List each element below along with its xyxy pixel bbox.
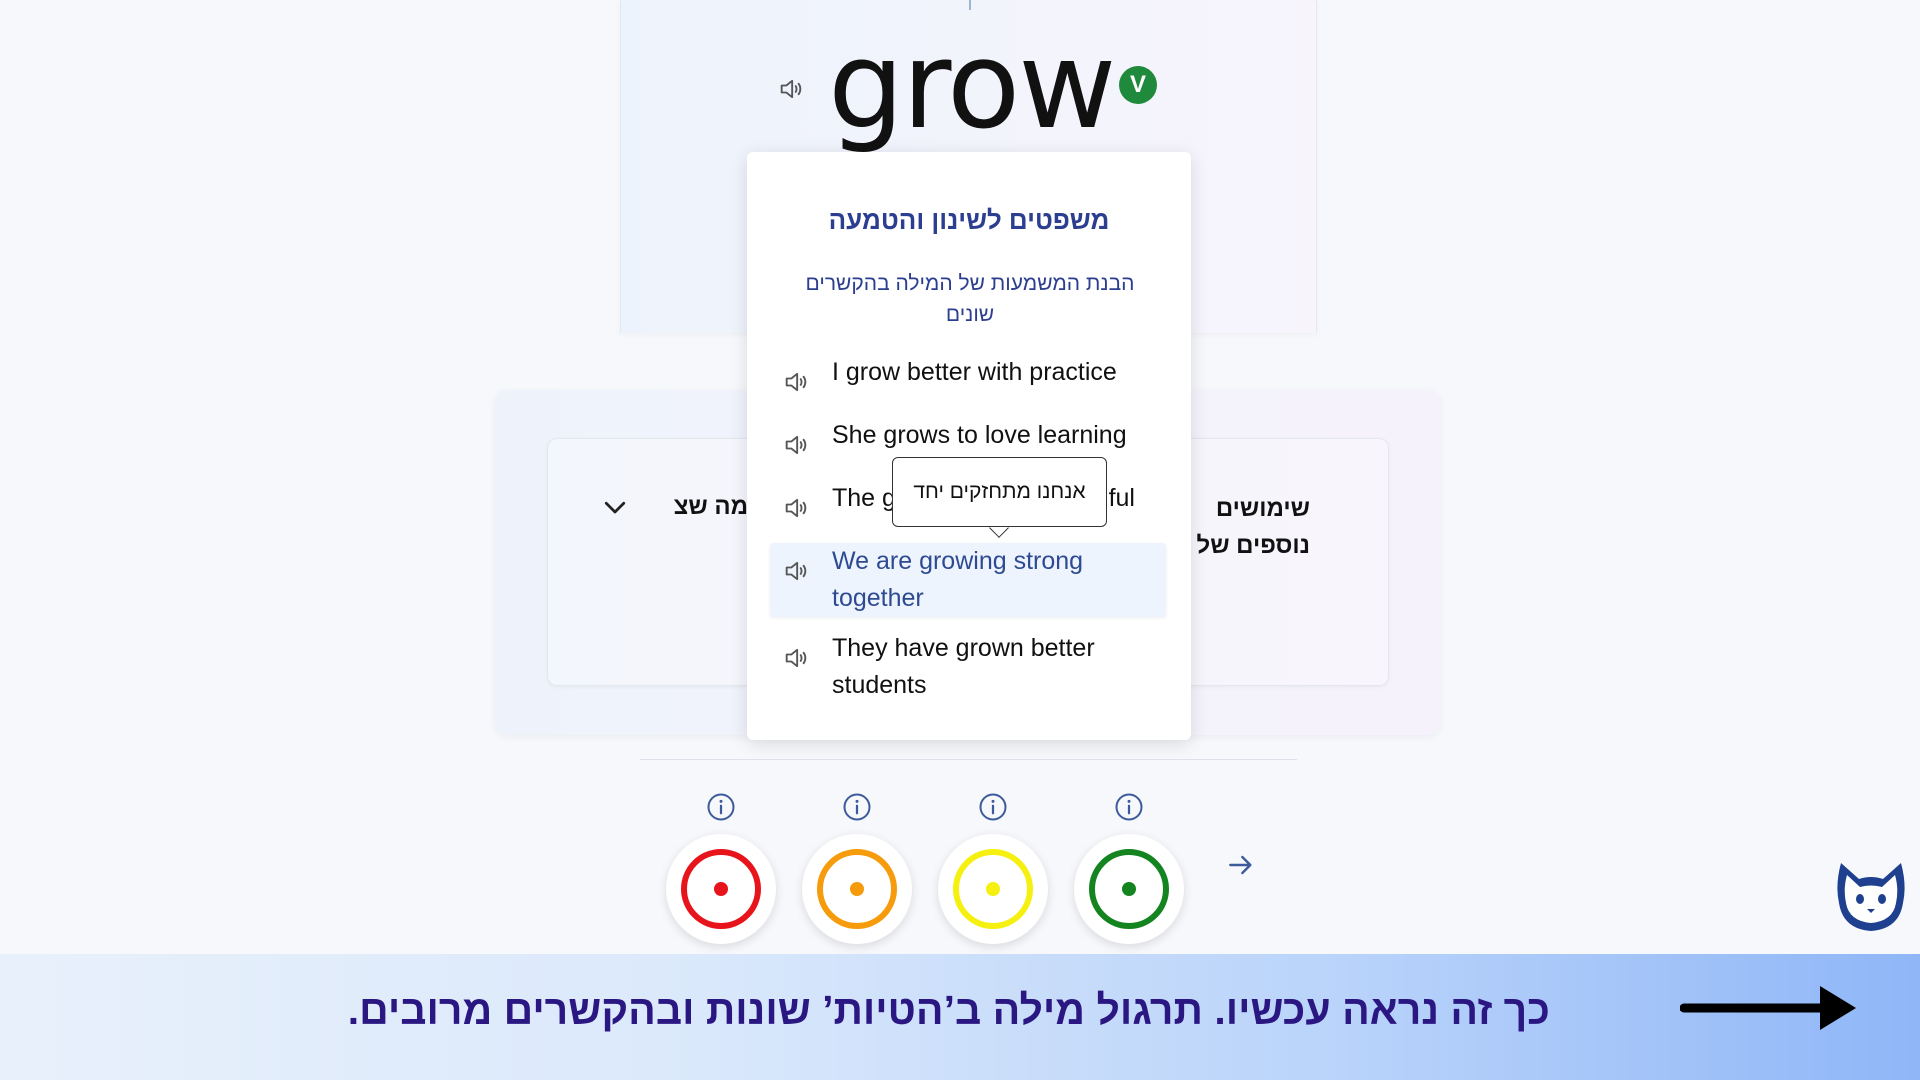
rating-ring [1089, 849, 1169, 929]
rating-ring [953, 849, 1033, 929]
popover-subtitle: הבנת המשמעות של המילה בהקשרים שונים [805, 272, 1135, 326]
divider [640, 759, 1297, 760]
chevron-down-icon[interactable] [600, 492, 630, 522]
rating-ring [817, 849, 897, 929]
speaker-icon[interactable] [777, 75, 805, 103]
speaker-icon[interactable] [782, 431, 810, 459]
arrow-right-icon[interactable] [1225, 849, 1257, 881]
sentence-item-active[interactable]: We are growing strong together [770, 543, 1166, 617]
rating-button-green[interactable] [1074, 834, 1184, 944]
sentence-text: They have grown better students [832, 634, 1095, 699]
sentence-text: We are growing strong together [832, 547, 1084, 612]
rating-button-orange[interactable] [802, 834, 912, 944]
info-icon[interactable] [842, 792, 872, 822]
popover-title: משפטים לשינון והטמעה [828, 205, 1110, 235]
rating-dot [986, 882, 1000, 896]
rating-dot [850, 882, 864, 896]
info-icon[interactable] [1114, 792, 1144, 822]
rating-button-yellow[interactable] [938, 834, 1048, 944]
speaker-icon[interactable] [782, 644, 810, 672]
sentence-text: She grows to love learning [832, 421, 1127, 449]
top-divider-tick [969, 0, 971, 10]
sentence-item[interactable]: They have grown better students [770, 630, 1166, 704]
translation-tooltip: אנחנו מתחזקים יחד [892, 457, 1107, 527]
speaker-icon[interactable] [782, 368, 810, 396]
info-icon[interactable] [978, 792, 1008, 822]
rating-button-red[interactable] [666, 834, 776, 944]
vocabulary-word: grow [828, 17, 1116, 156]
verified-badge: V [1119, 66, 1157, 104]
arrow-right-icon [1680, 986, 1856, 1030]
additional-uses-heading: שימושים נוספים של המילה [1196, 495, 1310, 570]
rating-ring [681, 849, 761, 929]
cat-logo-icon [1837, 863, 1905, 931]
info-icon[interactable] [706, 792, 736, 822]
banner-caption: כך זה נראה עכשיו. תרגול מילה ב’הטיות’ שו… [347, 987, 1550, 1033]
speaker-icon[interactable] [782, 494, 810, 522]
rating-dot [714, 882, 728, 896]
speaker-icon[interactable] [782, 557, 810, 585]
what-to-know-heading: מה שצריך לדעת [674, 493, 748, 520]
sentence-text: I grow better with practice [832, 358, 1117, 386]
rating-dot [1122, 882, 1136, 896]
